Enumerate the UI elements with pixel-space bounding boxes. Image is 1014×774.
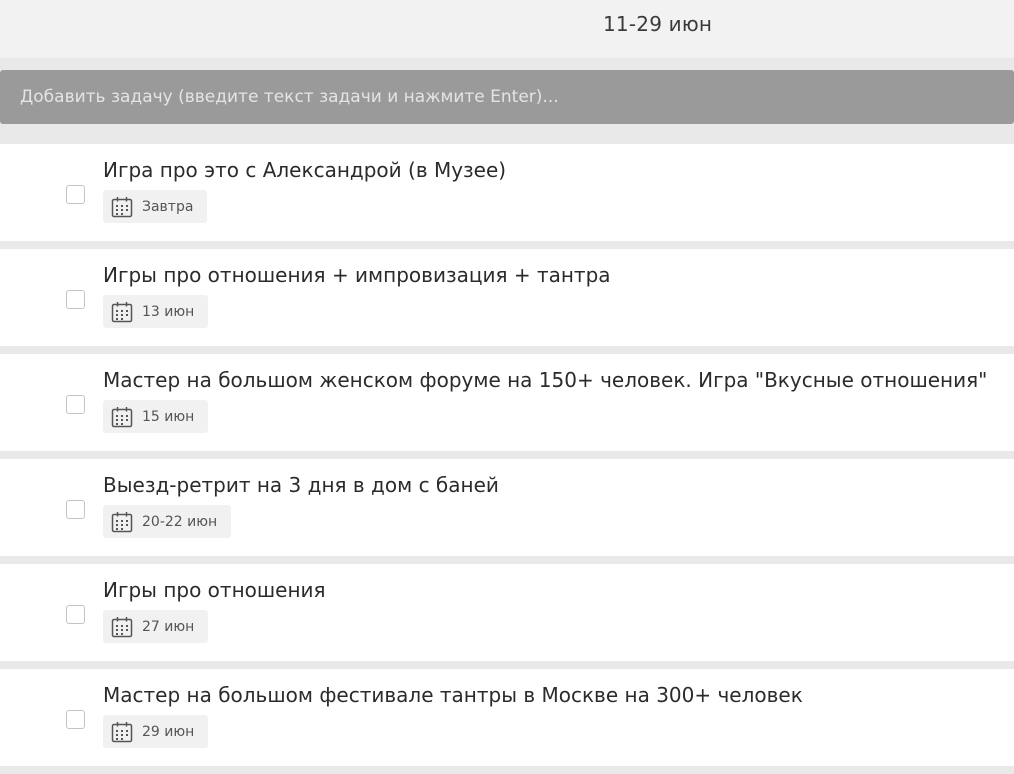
task-title[interactable]: Мастер на большом женском форуме на 150+… — [103, 368, 987, 392]
task-due-date: 15 июн — [142, 408, 195, 425]
task-title[interactable]: Игра про это с Александрой (в Музее) — [103, 158, 506, 182]
task-item[interactable]: Игры про отношения + импровизация + тант… — [0, 249, 1014, 346]
task-item[interactable]: Мастер на большом фестивале тантры в Мос… — [0, 669, 1014, 766]
header-bar: 11-29 июн — [0, 0, 1014, 58]
task-checkbox[interactable] — [66, 500, 85, 519]
task-item[interactable]: Игры про отношения 27 июн — [0, 564, 1014, 661]
task-checkbox[interactable] — [66, 710, 85, 729]
date-range-label: 11-29 июн — [603, 12, 713, 36]
calendar-icon — [111, 616, 133, 637]
calendar-icon — [111, 196, 133, 217]
task-item[interactable]: Мастер на большом женском форуме на 150+… — [0, 354, 1014, 451]
task-due-date-chip[interactable]: 15 июн — [103, 400, 209, 433]
task-checkbox[interactable] — [66, 605, 85, 624]
add-task-input[interactable] — [0, 70, 1014, 124]
add-task-bar[interactable] — [0, 70, 1014, 124]
task-due-date-chip[interactable]: Завтра — [103, 190, 208, 223]
task-due-date: 29 июн — [142, 723, 195, 740]
calendar-icon — [111, 721, 133, 742]
task-title[interactable]: Игры про отношения + импровизация + тант… — [103, 263, 611, 287]
calendar-icon — [111, 511, 133, 532]
task-title[interactable]: Мастер на большом фестивале тантры в Мос… — [103, 683, 803, 707]
task-checkbox[interactable] — [66, 185, 85, 204]
calendar-icon — [111, 301, 133, 322]
calendar-icon — [111, 406, 133, 427]
task-checkbox[interactable] — [66, 290, 85, 309]
task-checkbox[interactable] — [66, 395, 85, 414]
task-due-date-chip[interactable]: 13 июн — [103, 295, 209, 328]
task-due-date: 20-22 июн — [142, 513, 218, 530]
task-title[interactable]: Выезд-ретрит на 3 дня в дом с баней — [103, 473, 499, 497]
task-due-date: 13 июн — [142, 303, 195, 320]
task-item[interactable]: Игра про это с Александрой (в Музее) Зав… — [0, 144, 1014, 241]
task-due-date: 27 июн — [142, 618, 195, 635]
task-list: Игра про это с Александрой (в Музее) Зав… — [0, 144, 1014, 774]
task-due-date-chip[interactable]: 29 июн — [103, 715, 209, 748]
task-due-date: Завтра — [142, 198, 194, 215]
task-title[interactable]: Игры про отношения — [103, 578, 326, 602]
task-due-date-chip[interactable]: 20-22 июн — [103, 505, 232, 538]
task-due-date-chip[interactable]: 27 июн — [103, 610, 209, 643]
task-item[interactable]: Выезд-ретрит на 3 дня в дом с баней 20-2… — [0, 459, 1014, 556]
